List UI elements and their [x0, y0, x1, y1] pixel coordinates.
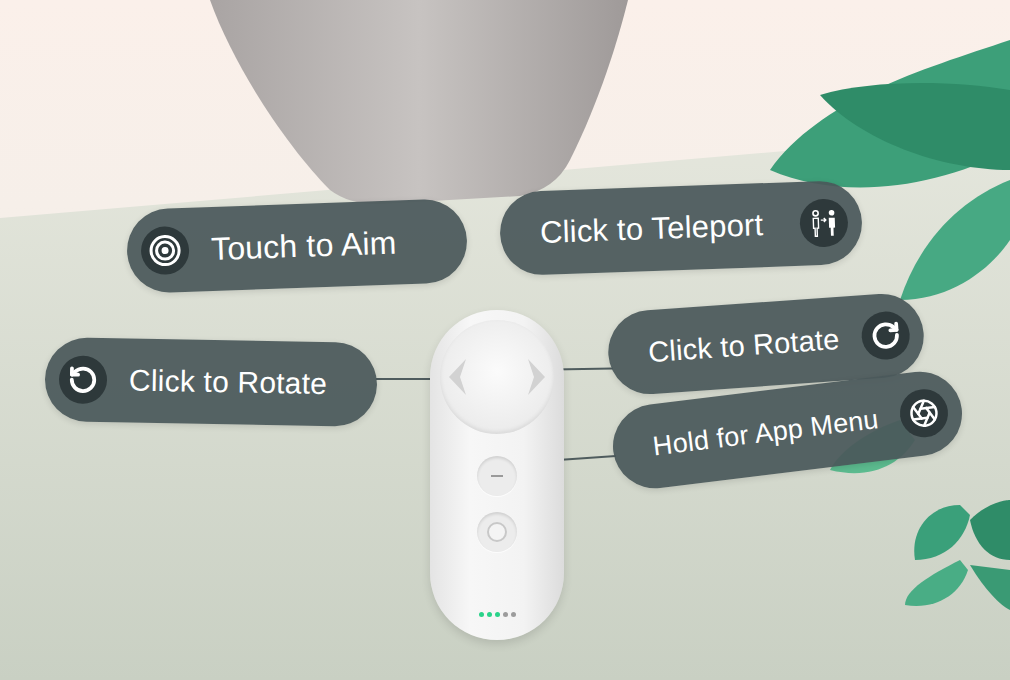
vase: [210, 0, 628, 204]
battery-dot: [487, 612, 492, 617]
rotate-left-icon: [68, 365, 99, 396]
callout-icon-badge: [799, 198, 849, 248]
controller: [430, 310, 564, 640]
callout-label: Click to Rotate: [129, 364, 328, 401]
callout-label: Click to Teleport: [539, 207, 763, 251]
back-icon: [491, 475, 503, 477]
callout-icon-badge: [140, 226, 190, 276]
callout: Touch to Aim: [126, 198, 469, 294]
home-icon: [487, 522, 507, 542]
chevron-left-icon: [446, 357, 468, 397]
target-icon: [147, 233, 182, 268]
callout-label: Click to Rotate: [647, 322, 840, 368]
callout-icon-badge: [59, 355, 108, 404]
table-surface: [0, 140, 1010, 680]
chevron-right-icon: [526, 357, 548, 397]
battery-indicator: [479, 612, 516, 617]
vr-scene: Touch to Aim Click to Teleport Click to Ro…: [0, 0, 1010, 680]
touchpad[interactable]: [440, 320, 554, 434]
battery-dot: [479, 612, 484, 617]
app-menu-icon: [907, 397, 940, 430]
callout: Click to Rotate: [44, 337, 377, 427]
callout-icon-badge: [897, 386, 950, 439]
battery-dot: [511, 612, 516, 617]
connector-line: [376, 378, 434, 380]
battery-dot: [503, 612, 508, 617]
home-button[interactable]: [477, 512, 517, 552]
callout-label: Hold for App Menu: [651, 403, 880, 461]
callout: Click to Teleport: [499, 180, 864, 277]
back-button[interactable]: [477, 456, 517, 496]
battery-dot: [495, 612, 500, 617]
rotate-right-icon: [869, 320, 901, 352]
callout-label: Touch to Aim: [210, 224, 397, 267]
callout-icon-badge: [860, 310, 911, 361]
teleport-icon: [806, 205, 841, 240]
